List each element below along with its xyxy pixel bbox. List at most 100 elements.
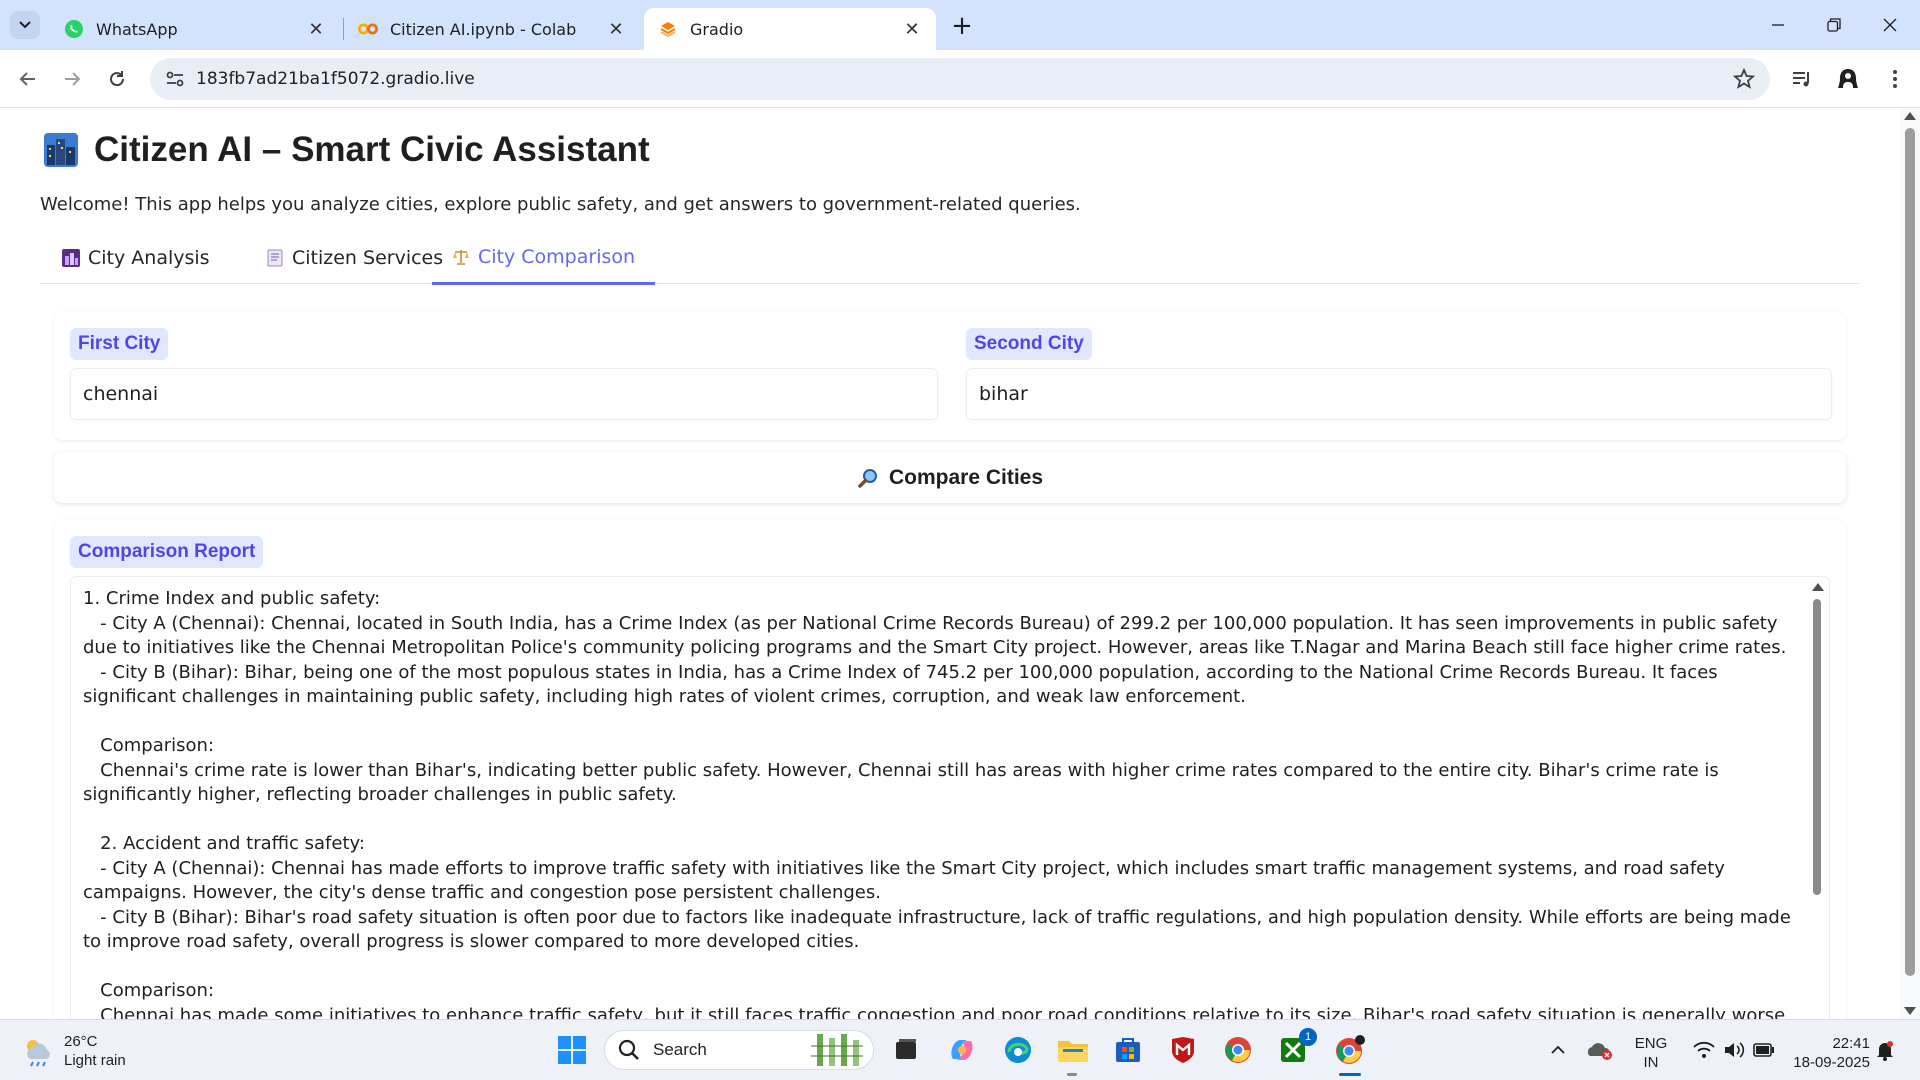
restore-button[interactable] — [1814, 10, 1854, 40]
browser-tab-strip: WhatsApp ✕ Citizen AI.ipynb - Colab ✕ Gr… — [0, 0, 1920, 50]
media-control-button[interactable] — [1787, 64, 1817, 94]
page-title: Citizen AI – Smart Civic Assistant — [44, 130, 650, 170]
show-hidden-icons-button[interactable] — [1544, 1032, 1572, 1068]
restore-icon — [1827, 18, 1841, 32]
tab-citizen-services[interactable]: Citizen Services — [246, 232, 463, 284]
browser-tab-whatsapp[interactable]: WhatsApp ✕ — [50, 8, 340, 50]
second-city-label: Second City — [966, 328, 1092, 360]
start-button[interactable] — [554, 1032, 590, 1068]
compare-button-label: Compare Cities — [888, 465, 1044, 489]
scroll-up-arrow-icon[interactable] — [1812, 583, 1824, 591]
copilot-icon — [951, 1040, 973, 1060]
notification-center-button[interactable] — [1870, 1032, 1900, 1068]
welcome-text: Welcome! This app helps you analyze citi… — [40, 194, 1081, 215]
windows-logo-icon — [558, 1036, 586, 1064]
notification-badge: 1 — [1299, 1028, 1317, 1046]
tray-network-volume-battery[interactable] — [1686, 1032, 1782, 1068]
back-arrow-icon — [19, 72, 35, 86]
browser-menu-button[interactable] — [1880, 64, 1910, 94]
media-queue-icon — [1793, 72, 1809, 87]
comparison-report-textarea[interactable]: 1. Crime Index and public safety: - City… — [70, 576, 1830, 1019]
taskbar-edge[interactable] — [1000, 1032, 1036, 1068]
weather-temp: 26°C — [64, 1033, 98, 1050]
running-indicator — [1339, 1073, 1361, 1076]
taskbar-mcafee[interactable] — [1165, 1032, 1201, 1068]
scroll-thumb[interactable] — [1813, 599, 1821, 895]
browser-toolbar: 183fb7ad21ba1f5072.gradio.live — [0, 50, 1920, 108]
site-settings-icon[interactable] — [164, 68, 186, 90]
app-title-text: Citizen AI – Smart Civic Assistant — [94, 130, 650, 169]
url-text: 183fb7ad21ba1f5072.gradio.live — [196, 69, 475, 89]
tab-city-comparison[interactable]: City Comparison — [432, 232, 656, 285]
comparison-report-text: 1. Crime Index and public safety: - City… — [83, 588, 1791, 1019]
tab-city-analysis[interactable]: City Analysis — [42, 232, 230, 284]
wifi-icon — [1693, 1041, 1715, 1058]
page-scrollbar[interactable] — [1900, 108, 1920, 1019]
city-icon — [62, 249, 80, 267]
city-inputs-panel: First City chennai Second City bihar — [54, 312, 1846, 440]
chrome-icon — [1225, 1037, 1251, 1063]
tab-label: City Analysis — [88, 247, 210, 269]
address-bar[interactable]: 183fb7ad21ba1f5072.gradio.live — [150, 58, 1770, 100]
app-tab-bar: City Analysis Citizen Services City Comp… — [40, 232, 1860, 285]
taskbar-copilot[interactable] — [944, 1032, 980, 1068]
forward-arrow-icon — [65, 72, 81, 86]
chevron-down-icon — [19, 21, 31, 29]
tab-title: Gradio — [690, 19, 744, 39]
taskbar-task-view[interactable] — [888, 1032, 924, 1068]
profile-avatar[interactable] — [1833, 64, 1863, 94]
region-code: IN — [1643, 1054, 1659, 1071]
taskbar-chrome-profile[interactable] — [1332, 1032, 1368, 1068]
close-window-button[interactable] — [1870, 10, 1910, 40]
forward-button[interactable] — [56, 63, 88, 95]
cloud-error-icon — [1587, 1043, 1612, 1060]
search-icon — [618, 1039, 639, 1060]
minimize-icon — [1772, 24, 1784, 26]
language-indicator[interactable]: ENG IN — [1634, 1034, 1668, 1072]
chevron-up-icon — [1551, 1045, 1565, 1054]
bookmark-star-icon[interactable] — [1732, 67, 1756, 91]
close-icon[interactable]: ✕ — [306, 19, 326, 40]
edge-icon — [1005, 1037, 1031, 1063]
reload-button[interactable] — [101, 63, 133, 95]
report-scrollbar[interactable] — [1811, 583, 1824, 1019]
page-scroll-thumb[interactable] — [1905, 128, 1915, 976]
clock[interactable]: 22:41 18-09-2025 — [1786, 1034, 1870, 1072]
tab-search-button[interactable] — [10, 11, 40, 39]
new-tab-button[interactable]: + — [948, 11, 976, 41]
tab-label: City Comparison — [478, 246, 636, 268]
close-icon[interactable]: ✕ — [902, 19, 922, 40]
minimize-button[interactable] — [1758, 10, 1798, 40]
taskbar-search[interactable]: Search — [604, 1030, 874, 1070]
browser-tab-colab[interactable]: Citizen AI.ipynb - Colab ✕ — [344, 8, 640, 50]
taskbar-chrome[interactable] — [1220, 1032, 1256, 1068]
rain-cloud-icon — [27, 1040, 50, 1067]
tab-label: Citizen Services — [292, 247, 444, 269]
document-icon — [267, 249, 283, 267]
second-city-input[interactable]: bihar — [966, 368, 1832, 420]
weather-widget[interactable]: 26°C Light rain — [20, 1032, 126, 1070]
browser-tab-gradio[interactable]: Gradio ✕ — [644, 8, 936, 50]
language-code: ENG — [1634, 1035, 1668, 1052]
kebab-menu-icon — [1893, 70, 1897, 88]
first-city-label: First City — [70, 328, 169, 360]
volume-icon — [1725, 1042, 1745, 1058]
first-city-input[interactable]: chennai — [70, 368, 938, 420]
clock-date: 18-09-2025 — [1793, 1054, 1870, 1071]
compare-cities-button[interactable]: Compare Cities — [54, 452, 1846, 503]
scroll-up-arrow-icon[interactable] — [1904, 112, 1916, 120]
reload-icon — [110, 71, 125, 87]
close-icon[interactable]: ✕ — [606, 19, 626, 40]
tray-onedrive[interactable] — [1584, 1032, 1614, 1068]
taskbar-store[interactable] — [1110, 1032, 1146, 1068]
back-button[interactable] — [12, 63, 44, 95]
scales-icon — [453, 250, 469, 265]
battery-icon — [1753, 1043, 1774, 1057]
windows-taskbar: 26°C Light rain Search 1 ENG IN 22:41 18… — [0, 1019, 1920, 1080]
taskbar-file-explorer[interactable] — [1055, 1032, 1091, 1068]
colab-icon — [358, 19, 378, 39]
whatsapp-icon — [64, 19, 84, 39]
scroll-down-arrow-icon[interactable] — [1904, 1007, 1916, 1015]
taskbar-xbox[interactable]: 1 — [1275, 1028, 1317, 1068]
bamboo-decoration-icon — [811, 1034, 863, 1066]
